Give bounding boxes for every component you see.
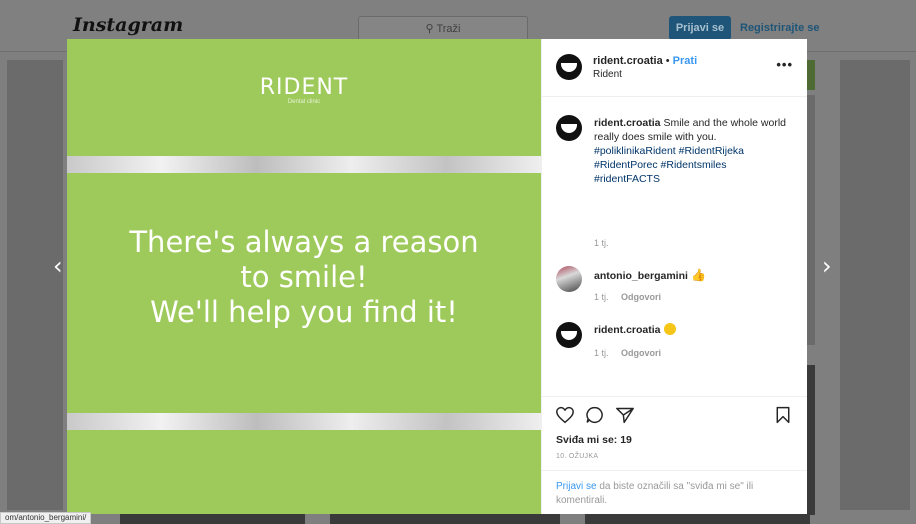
register-link[interactable]: Registrirajte se [740, 16, 819, 40]
bookmark-icon[interactable] [774, 406, 792, 428]
author-avatar[interactable] [556, 54, 582, 80]
comment-time[interactable]: 1 tj. [594, 292, 609, 302]
smiley-icon [663, 323, 676, 335]
comments-list: rident.croatia Smile and the whole world… [542, 98, 807, 396]
separator-dot: • [665, 55, 670, 67]
author-username[interactable]: rident.croatia [593, 55, 663, 67]
share-icon[interactable] [615, 406, 635, 428]
post-header: rident.croatia • Prati Rident ••• [542, 39, 807, 97]
author-line: rident.croatia • Prati [593, 55, 697, 67]
comment-time[interactable]: 1 tj. [594, 348, 609, 358]
comment-username[interactable]: antonio_bergamini [594, 270, 688, 282]
heart-icon[interactable] [555, 406, 575, 428]
comment-text: rident.croatia [594, 323, 794, 337]
background-post-tile [7, 60, 63, 510]
post-date[interactable]: 10. OŽUJKA [556, 453, 598, 460]
caption-avatar[interactable] [556, 115, 582, 141]
background-post-tile [840, 60, 910, 510]
comment-icon[interactable] [585, 406, 605, 428]
background-post-tile [807, 60, 815, 90]
caption-text: rident.croatia Smile and the whole world… [594, 116, 794, 186]
login-link[interactable]: Prijavi se [556, 481, 597, 492]
reply-button[interactable]: Odgovori [621, 292, 661, 302]
caption-meta: 1 tj. [594, 238, 619, 248]
comment-text: antonio_bergamini 👍 [594, 268, 794, 283]
login-button[interactable]: Prijavi se [669, 16, 731, 40]
post-location[interactable]: Rident [593, 69, 622, 80]
post-actions: Sviđa mi se: 19 10. OŽUJKA [542, 396, 807, 470]
next-post-arrow[interactable]: › [822, 252, 832, 280]
comment-meta: 1 tj. Odgovori [594, 348, 671, 358]
background-post-tile [807, 95, 815, 345]
likes-count[interactable]: Sviđa mi se: 19 [556, 434, 632, 446]
follow-button[interactable]: Prati [673, 55, 697, 67]
post-modal: RIDENT Dental clinic There's always a re… [67, 39, 807, 514]
thumbs-up-icon: 👍 [690, 268, 706, 282]
slogan-line-1: There's always a reason [129, 225, 479, 259]
instagram-logo[interactable]: Instagram [73, 14, 183, 36]
post-slogan: There's always a reason to smile! We'll … [67, 225, 541, 330]
search-placeholder: Traži [436, 23, 461, 35]
login-prompt: Prijavi se da biste označili sa "sviđa m… [542, 470, 807, 514]
status-bar-url: om/antonio_bergamini/ [0, 512, 92, 524]
caption-hashtags[interactable]: #poliklinikaRident #RidentRijeka #Rident… [594, 145, 744, 185]
slogan-line-2: to smile! [240, 260, 368, 294]
slogan-line-3: We'll help you find it! [150, 295, 458, 329]
previous-post-arrow[interactable]: ‹ [53, 252, 63, 280]
post-sidebar: rident.croatia • Prati Rident ••• rident… [541, 39, 807, 514]
reply-button[interactable]: Odgovori [621, 348, 661, 358]
background-post-tile [120, 514, 305, 524]
silver-stripe-bottom [67, 413, 541, 430]
commenter-avatar[interactable] [556, 266, 582, 292]
background-post-tile [330, 514, 560, 524]
post-image[interactable]: RIDENT Dental clinic There's always a re… [67, 39, 541, 514]
more-icon[interactable]: ••• [776, 57, 793, 72]
caption-username[interactable]: rident.croatia [594, 117, 661, 129]
background-post-tile [807, 365, 815, 515]
brand-subtitle: Dental clinic [287, 99, 321, 105]
comment-meta: 1 tj. Odgovori [594, 292, 671, 302]
commenter-avatar[interactable] [556, 322, 582, 348]
background-post-tile [585, 514, 810, 524]
silver-stripe-top [67, 156, 541, 173]
brand-logo-text: RIDENT [259, 75, 349, 100]
comment-username[interactable]: rident.croatia [594, 324, 661, 336]
caption-time[interactable]: 1 tj. [594, 238, 609, 248]
